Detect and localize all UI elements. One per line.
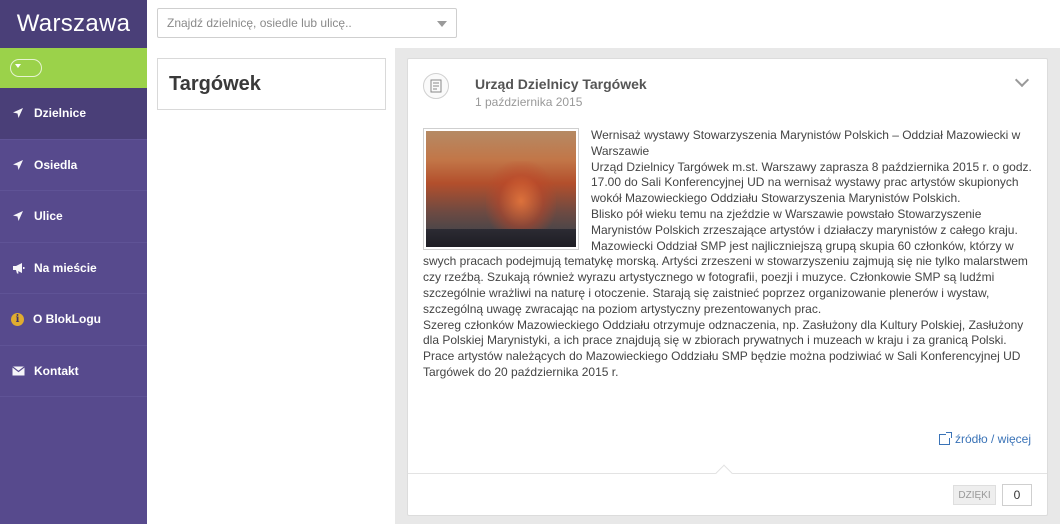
sidebar-item-osiedla[interactable]: Osiedla bbox=[0, 140, 147, 191]
sidebar-item-label: Osiedla bbox=[34, 157, 78, 172]
sidebar-item-kontakt[interactable]: Kontakt bbox=[0, 346, 147, 397]
location-arrow-icon bbox=[11, 158, 25, 172]
divider-notch bbox=[715, 464, 733, 482]
sidebar-item-o-bloklogu[interactable]: i O BlokLogu bbox=[0, 294, 147, 346]
brand-title[interactable]: Warszawa bbox=[0, 0, 147, 48]
author-avatar[interactable] bbox=[423, 73, 449, 99]
envelope-icon bbox=[11, 364, 25, 378]
dropdown-arrow-icon[interactable] bbox=[437, 21, 447, 27]
sidebar-item-label: Dzielnice bbox=[34, 106, 87, 121]
sidebar-item-label: O BlokLogu bbox=[33, 312, 101, 327]
sunset-painting-image bbox=[426, 131, 576, 247]
post-date: 1 października 2015 bbox=[475, 95, 583, 109]
external-link-icon bbox=[938, 431, 952, 445]
sidebar-item-ulice[interactable]: Ulice bbox=[0, 191, 147, 243]
post-card: Urząd Dzielnicy Targówek 1 października … bbox=[407, 58, 1048, 516]
thanks-button[interactable]: DZIĘKI bbox=[953, 485, 996, 505]
post-paragraph: Szereg członków Mazowieckiego Oddziału o… bbox=[423, 317, 1024, 348]
sidebar-item-label: Ulice bbox=[34, 209, 63, 224]
source-link[interactable]: źródło / więcej bbox=[938, 431, 1031, 446]
sidebar-item-label: Kontakt bbox=[34, 363, 79, 378]
post-image[interactable] bbox=[423, 128, 579, 250]
sidebar-toggle-bar bbox=[0, 48, 147, 88]
post-author[interactable]: Urząd Dzielnicy Targówek bbox=[475, 76, 647, 92]
district-panel bbox=[147, 48, 395, 524]
sidebar-item-label: Na mieście bbox=[34, 260, 97, 275]
info-circle-icon: i bbox=[11, 312, 24, 326]
sidebar: Warszawa Dzielnice Osiedla Ulice Na mieś… bbox=[0, 0, 147, 524]
district-title: Targówek bbox=[169, 72, 261, 95]
caret-down-icon bbox=[15, 64, 21, 68]
search-input[interactable] bbox=[167, 16, 427, 30]
sidebar-item-na-miescie[interactable]: Na mieście bbox=[0, 243, 147, 294]
chevron-down-icon[interactable] bbox=[1014, 72, 1030, 88]
bullhorn-icon bbox=[11, 261, 25, 275]
location-arrow-icon bbox=[11, 106, 25, 120]
post-body: Wernisaż wystawy Stowarzyszenia Marynist… bbox=[423, 128, 1034, 381]
location-arrow-icon bbox=[11, 209, 25, 223]
post-paragraph: Prace artystów należących do Mazowieckie… bbox=[423, 349, 1021, 379]
location-search[interactable] bbox=[157, 8, 457, 38]
sidebar-item-dzielnice[interactable]: Dzielnice bbox=[0, 88, 147, 140]
menu-toggle-button[interactable] bbox=[10, 59, 42, 77]
district-card: Targówek bbox=[157, 58, 386, 110]
thanks-count: 0 bbox=[1002, 484, 1032, 506]
source-link-label: źródło / więcej bbox=[954, 432, 1031, 446]
